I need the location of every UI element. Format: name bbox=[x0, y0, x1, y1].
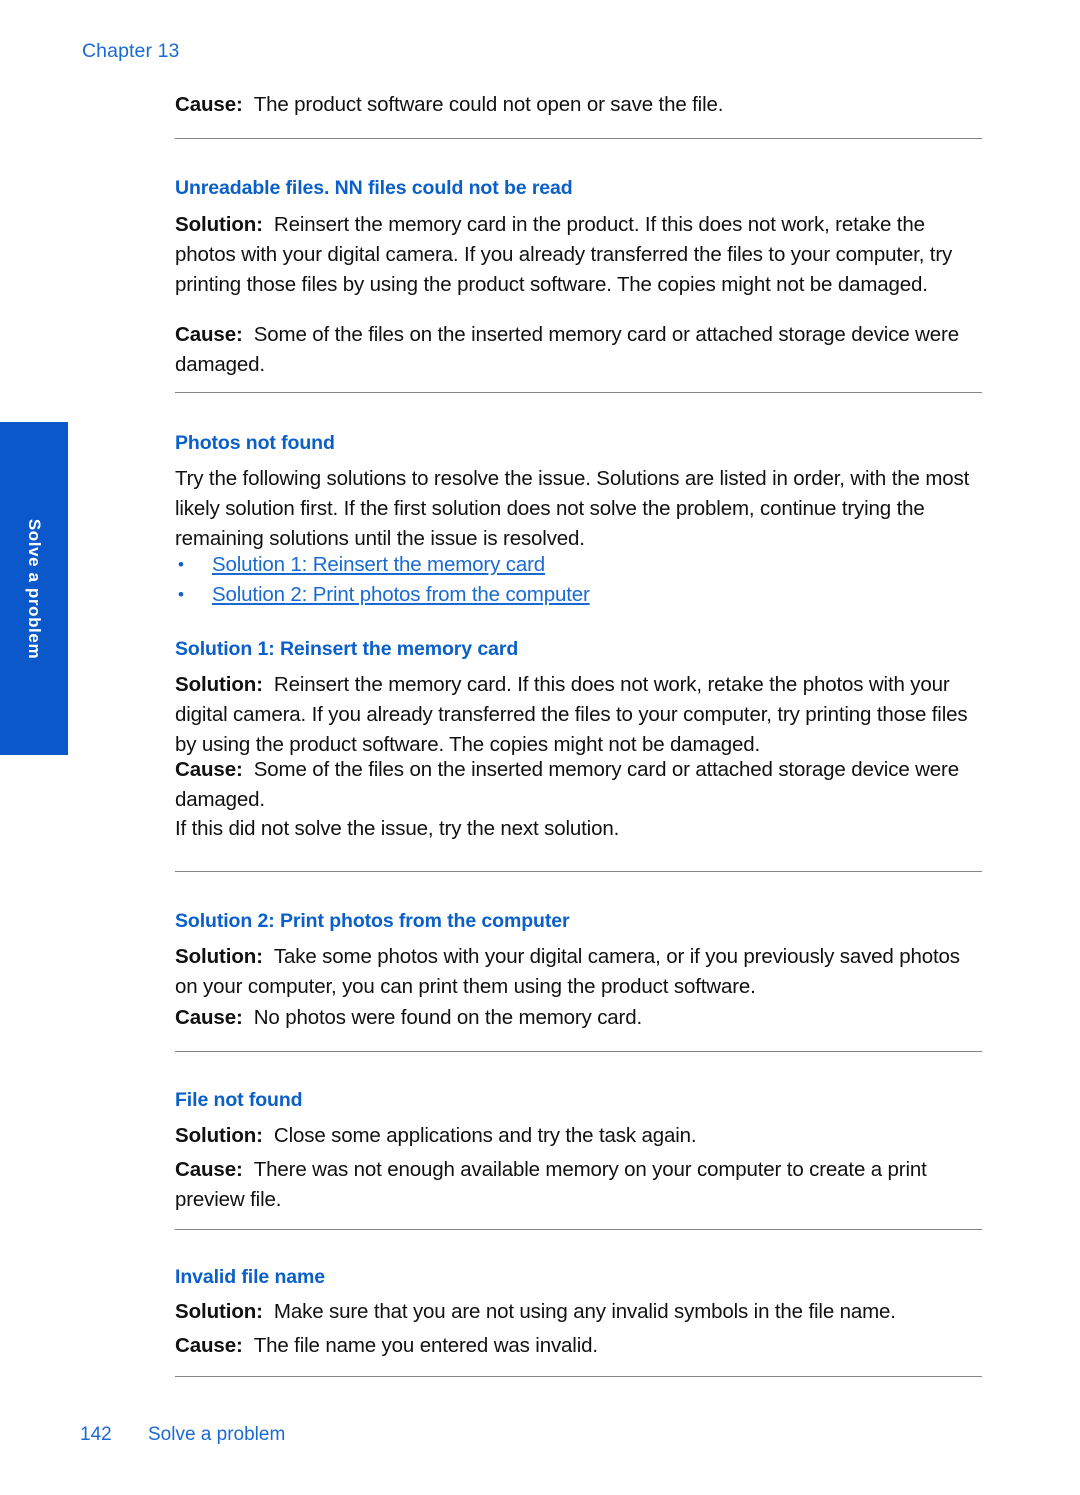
file-not-found-solution: Solution: Close some applications and try… bbox=[175, 1121, 983, 1151]
solution-label: Solution: bbox=[175, 1300, 263, 1323]
solutions-link-list: • Solution 1: Reinsert the memory card •… bbox=[175, 551, 875, 611]
solution-1-cause: Cause: Some of the files on the inserted … bbox=[175, 755, 983, 815]
heading-solution-2: Solution 2: Print photos from the comput… bbox=[175, 910, 570, 932]
footer-section-title: Solve a problem bbox=[148, 1424, 286, 1445]
heading-unreadable-files: Unreadable files. NN files could not be … bbox=[175, 177, 573, 199]
list-item: • Solution 1: Reinsert the memory card bbox=[175, 551, 875, 581]
footer-divider bbox=[175, 1376, 982, 1377]
unreadable-files-solution: Solution: Reinsert the memory card in the… bbox=[175, 210, 983, 300]
section-divider-1 bbox=[175, 138, 982, 139]
file-not-found-cause: Cause: There was not enough available mem… bbox=[175, 1155, 983, 1215]
solution-1-solution: Solution: Reinsert the memory card. If th… bbox=[175, 670, 983, 760]
bullet-icon: • bbox=[178, 555, 184, 574]
cause-label: Cause: bbox=[175, 323, 243, 346]
section-divider-3 bbox=[175, 871, 982, 872]
cause-label: Cause: bbox=[175, 1334, 243, 1357]
solution-text: Close some applications and try the task… bbox=[273, 1124, 697, 1147]
side-tab-solve-a-problem: Solve a problem bbox=[0, 422, 68, 755]
heading-solution-1: Solution 1: Reinsert the memory card bbox=[175, 638, 519, 660]
heading-file-not-found: File not found bbox=[175, 1089, 303, 1111]
side-tab-label: Solve a problem bbox=[25, 518, 44, 659]
photos-not-found-intro: Try the following solutions to resolve t… bbox=[175, 467, 970, 550]
link-solution-1[interactable]: Solution 1: Reinsert the memory card bbox=[212, 553, 545, 576]
solution-text: Make sure that you are not using any inv… bbox=[273, 1300, 896, 1323]
footer-page-number: 142 bbox=[80, 1424, 112, 1445]
solution-label: Solution: bbox=[175, 1124, 263, 1147]
cause-text: The product software could not open or s… bbox=[253, 93, 724, 116]
link-solution-2[interactable]: Solution 2: Print photos from the comput… bbox=[212, 583, 590, 606]
unreadable-files-cause: Cause: Some of the files on the inserted … bbox=[175, 320, 983, 380]
solution-2-cause: Cause: No photos were found on the memory… bbox=[175, 1003, 983, 1033]
heading-invalid-file-name: Invalid file name bbox=[175, 1266, 326, 1288]
section-divider-5 bbox=[175, 1229, 982, 1230]
solution-label: Solution: bbox=[175, 945, 263, 968]
document-page: Chapter 13 Solve a problem Cause: The pro… bbox=[0, 0, 1080, 1495]
solution-text: Reinsert the memory card in the product.… bbox=[175, 213, 953, 296]
chapter-label: Chapter 13 bbox=[82, 40, 180, 62]
cause-text: Some of the files on the inserted memory… bbox=[175, 758, 959, 811]
cause-text: The file name you entered was invalid. bbox=[253, 1334, 598, 1357]
solution-text: Reinsert the memory card. If this does n… bbox=[175, 673, 968, 756]
bullet-icon: • bbox=[178, 585, 184, 604]
cause-label: Cause: bbox=[175, 93, 243, 116]
section-divider-2 bbox=[175, 392, 982, 393]
list-item: • Solution 2: Print photos from the comp… bbox=[175, 581, 875, 611]
solution-text: Take some photos with your digital camer… bbox=[175, 945, 960, 998]
solution-label: Solution: bbox=[175, 673, 263, 696]
heading-photos-not-found: Photos not found bbox=[175, 432, 335, 454]
invalid-file-name-solution: Solution: Make sure that you are not usin… bbox=[175, 1297, 983, 1327]
solution-label: Solution: bbox=[175, 213, 263, 236]
section-divider-4 bbox=[175, 1051, 982, 1052]
cause-label: Cause: bbox=[175, 1006, 243, 1029]
cause-text: Some of the files on the inserted memory… bbox=[175, 323, 959, 376]
invalid-file-name-cause: Cause: The file name you entered was inva… bbox=[175, 1331, 983, 1361]
cause-label: Cause: bbox=[175, 1158, 243, 1181]
cause-label: Cause: bbox=[175, 758, 243, 781]
solution-1-followup: If this did not solve the issue, try the… bbox=[175, 817, 620, 840]
top-cause-paragraph: Cause: The product software could not ope… bbox=[175, 90, 945, 120]
cause-text: There was not enough available memory on… bbox=[175, 1158, 927, 1211]
solution-2-solution: Solution: Take some photos with your digi… bbox=[175, 942, 983, 1002]
cause-text: No photos were found on the memory card. bbox=[253, 1006, 643, 1029]
